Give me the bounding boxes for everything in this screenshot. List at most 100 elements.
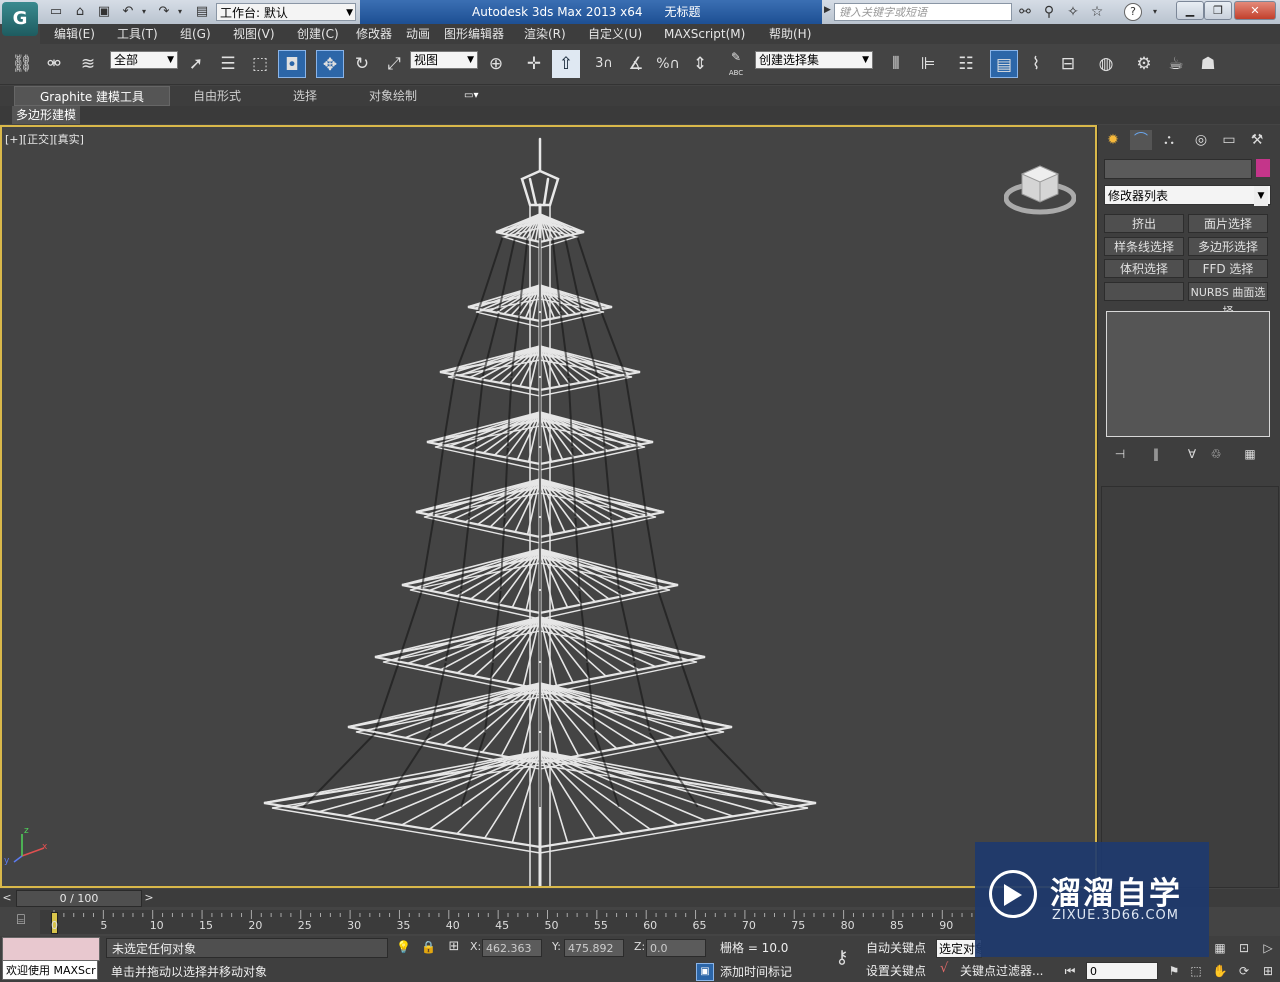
redo-dropdown-icon[interactable]: ▾ (176, 4, 184, 20)
render-production-icon[interactable]: ☗ (1194, 50, 1222, 78)
pan-view-icon[interactable]: ✋ (1212, 963, 1228, 979)
perspective-viewport[interactable] (0, 125, 1097, 888)
show-end-result-icon[interactable]: ‖ (1148, 446, 1164, 462)
redo-icon[interactable]: ↷ (156, 4, 172, 20)
menu-views[interactable]: 视图(V) (233, 24, 275, 44)
utilities-panel-icon[interactable]: ⚒ (1246, 130, 1268, 150)
object-name-field[interactable] (1104, 159, 1252, 179)
menu-tools[interactable]: 工具(T) (117, 24, 158, 44)
time-slider-prev-icon[interactable]: < (0, 889, 14, 907)
track-bar[interactable] (40, 910, 980, 934)
select-and-rotate-icon[interactable]: ↻ (348, 50, 376, 78)
communication-center-icon[interactable]: ✧ (1064, 3, 1082, 21)
align-icon[interactable]: ⊫ (914, 50, 942, 78)
menu-modifiers[interactable]: 修改器 (356, 24, 392, 44)
viewcube-icon[interactable] (1003, 158, 1077, 218)
help-icon[interactable]: ? (1124, 3, 1142, 21)
maxscript-listener-output[interactable] (2, 937, 100, 961)
project-folder-icon[interactable]: ▤ (194, 4, 210, 20)
menu-help[interactable]: 帮助(H) (769, 24, 811, 44)
spline-select-button[interactable]: 样条线选择 (1104, 237, 1184, 256)
nurbs-surface-select-button[interactable]: NURBS 曲面选择 (1188, 282, 1268, 318)
viewport-label[interactable]: [+][正交][真实] (5, 131, 84, 147)
unlink-selection-icon[interactable]: ⚮ (40, 50, 68, 78)
close-button[interactable]: ✕ (1234, 1, 1276, 20)
keyboard-shortcut-override-icon[interactable]: ⇧ (552, 50, 580, 78)
selection-filter-dropdown[interactable]: 全部 ▼ (110, 51, 178, 69)
make-unique-icon[interactable]: ∀ (1184, 446, 1200, 462)
named-selection-dropdown[interactable]: 创建选择集 ▼ (755, 51, 873, 69)
material-editor-icon[interactable]: ◍ (1092, 50, 1120, 78)
set-key-button[interactable]: 设置关键点 (866, 961, 936, 981)
select-and-manipulate-icon[interactable]: ✛ (520, 50, 548, 78)
ffd-select-button[interactable]: FFD 选择 (1188, 259, 1268, 278)
object-color-swatch[interactable] (1256, 159, 1270, 177)
menu-graph-editors[interactable]: 图形编辑器 (444, 24, 504, 44)
maximize-button[interactable]: ❐ (1204, 1, 1232, 20)
reference-coordinate-dropdown[interactable]: 视图 ▼ (410, 51, 478, 69)
percent-snap-icon[interactable]: %∩ (654, 50, 682, 78)
patch-select-button[interactable]: 面片选择 (1188, 214, 1268, 233)
key-filters-button[interactable]: 关键点过滤器... (938, 961, 1058, 981)
motion-panel-icon[interactable]: ◎ (1190, 130, 1212, 150)
poly-select-button[interactable]: 多边形选择 (1188, 237, 1268, 256)
rectangular-selection-icon[interactable]: ⬚ (246, 50, 274, 78)
select-and-link-icon[interactable]: ⛓ (8, 50, 36, 78)
tab-freeform[interactable]: 自由形式 (193, 86, 241, 106)
layer-manager-icon[interactable]: ☷ (952, 50, 980, 78)
render-setup-icon[interactable]: ⚙ (1130, 50, 1158, 78)
absolute-mode-icon[interactable]: ⊞ (446, 939, 462, 957)
menu-maxscript[interactable]: MAXScript(M) (664, 24, 745, 44)
auto-key-button[interactable]: 自动关键点 (866, 938, 936, 958)
help-dropdown-icon[interactable]: ▾ (1146, 3, 1164, 21)
tab-graphite-modeling-tools[interactable]: Graphite 建模工具 (14, 86, 170, 106)
current-frame-field[interactable]: 0 (1086, 962, 1158, 980)
select-and-move-icon[interactable]: ✥ (316, 50, 344, 78)
z-coordinate-field[interactable]: 0.0 (646, 939, 706, 957)
mini-curve-editor-icon[interactable]: ⌸ (8, 912, 34, 932)
subscription-icon[interactable]: ⚲ (1040, 3, 1058, 21)
hierarchy-panel-icon[interactable]: ⛬ (1158, 130, 1180, 150)
favorites-star-icon[interactable]: ☆ (1088, 3, 1106, 21)
tab-selection[interactable]: 选择 (293, 86, 317, 106)
binoculars-icon[interactable]: ⚯ (1016, 3, 1034, 21)
select-by-name-icon[interactable]: ☰ (214, 50, 242, 78)
save-icon[interactable]: ▣ (96, 4, 112, 20)
bind-to-space-warp-icon[interactable]: ≋ (74, 50, 102, 78)
volume-select-button[interactable]: 体积选择 (1104, 259, 1184, 278)
application-button[interactable]: G (2, 2, 38, 36)
pivot-center-icon[interactable]: ⊕ (482, 50, 510, 78)
spinner-snap-icon[interactable]: ⇕ (686, 50, 714, 78)
menu-customize[interactable]: 自定义(U) (588, 24, 642, 44)
curve-editor-icon[interactable]: ⌇ (1022, 50, 1050, 78)
pin-stack-icon[interactable]: ⊣ (1112, 446, 1128, 462)
maxscript-listener-input[interactable]: 欢迎使用 MAXScr (2, 960, 98, 980)
menu-edit[interactable]: 编辑(E) (54, 24, 95, 44)
maximize-viewport-icon[interactable]: ⊞ (1260, 963, 1276, 979)
select-object-icon[interactable]: ➚ (182, 50, 210, 78)
window-crossing-icon[interactable]: ◘ (278, 50, 306, 78)
selection-lock-icon[interactable]: 🔒 (421, 940, 436, 956)
display-panel-icon[interactable]: ▭ (1218, 130, 1240, 150)
empty-modifier-button[interactable] (1104, 282, 1184, 301)
rendered-frame-window-icon[interactable]: ☕ (1162, 50, 1190, 78)
open-file-icon[interactable]: ⌂ (72, 4, 88, 20)
isolate-selection-icon[interactable]: 💡 (396, 940, 411, 956)
menu-group[interactable]: 组(G) (180, 24, 211, 44)
set-key-icon[interactable]: ⚷ (826, 946, 858, 970)
orbit-icon[interactable]: ⟳ (1236, 963, 1252, 979)
snaps-toggle-icon[interactable]: 3∩ (590, 50, 618, 78)
extrude-button[interactable]: 挤出 (1104, 214, 1184, 233)
minimize-button[interactable]: ▁ (1176, 1, 1204, 20)
angle-snap-icon[interactable]: ∡ (622, 50, 650, 78)
zoom-extents-icon[interactable]: ⊡ (1236, 940, 1252, 956)
time-configuration-icon[interactable]: ⚑ (1166, 963, 1182, 979)
select-and-scale-icon[interactable]: ⤢ (380, 50, 408, 78)
menu-create[interactable]: 创建(C) (297, 24, 339, 44)
wireframe-pagoda-model[interactable] (2, 127, 1095, 886)
create-panel-icon[interactable]: ✹ (1102, 130, 1124, 150)
time-slider-next-icon[interactable]: > (142, 889, 156, 907)
mirror-icon[interactable]: ⫴ (882, 50, 910, 78)
ribbon-options-icon[interactable]: ▭▾ (464, 86, 478, 106)
modify-panel-icon[interactable]: ⌒ (1130, 130, 1152, 150)
